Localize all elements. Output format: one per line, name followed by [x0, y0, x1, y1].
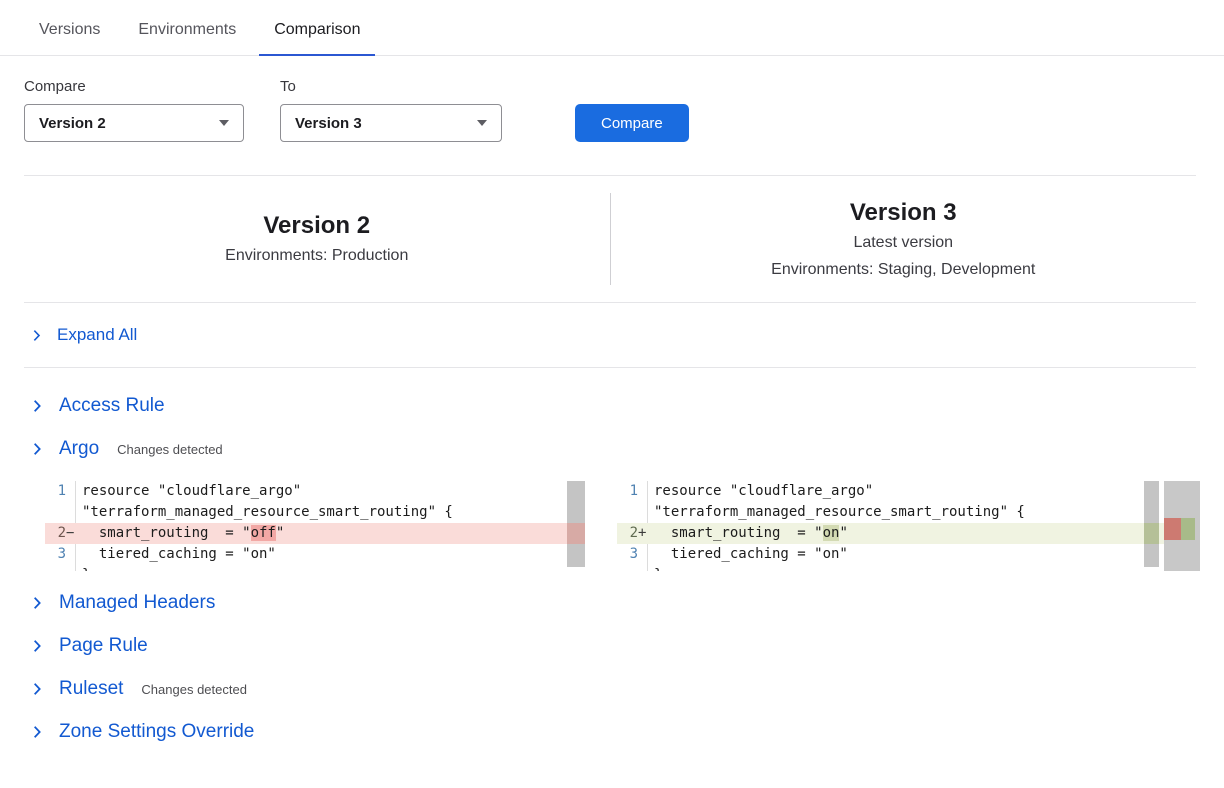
section-label: Managed Headers [59, 592, 215, 614]
diff-minimap[interactable] [1164, 481, 1200, 571]
diff-line: 3 tiered_caching = "on" [617, 544, 1200, 565]
chevron-right-icon [30, 725, 44, 739]
compare-form: Compare Version 2 To Version 3 Compare [0, 56, 1224, 142]
to-field: To Version 3 [280, 78, 502, 142]
compare-field: Compare Version 2 [24, 78, 244, 142]
diff-line: } [45, 565, 585, 571]
diff-marker-removed [567, 523, 585, 544]
compare-label: Compare [24, 78, 244, 95]
caret-down-icon [219, 120, 229, 126]
diff-line-added: 2+ smart_routing = "on" [617, 523, 1200, 544]
compare-from-select[interactable]: Version 2 [24, 104, 244, 142]
version-left-header: Version 2 Environments: Production [24, 209, 610, 269]
minimap-removed-marker [1164, 518, 1181, 540]
changes-detected-badge: Changes detected [117, 442, 223, 457]
diff-line: } [617, 565, 1200, 571]
version-headers: Version 2 Environments: Production Versi… [24, 175, 1196, 303]
diff-line: 3 tiered_caching = "on" [45, 544, 585, 565]
comparison-sections: Access Rule Argo Changes detected 1 reso… [0, 368, 1224, 743]
tab-comparison[interactable]: Comparison [259, 21, 375, 56]
chevron-right-icon [30, 596, 44, 610]
expand-all-label: Expand All [57, 325, 137, 345]
tab-versions[interactable]: Versions [24, 21, 115, 55]
compare-button[interactable]: Compare [575, 104, 689, 142]
section-label: Access Rule [59, 395, 165, 417]
tab-environments[interactable]: Environments [123, 21, 251, 55]
diff-line-removed: 2− smart_routing = "off" [45, 523, 585, 544]
minimap-added-marker [1181, 518, 1195, 540]
diff-line: 1 resource "cloudflare_argo" [45, 481, 585, 502]
diff-pane-right[interactable]: 1 resource "cloudflare_argo" "terraform_… [617, 481, 1200, 571]
version-right-latest: Latest version [611, 229, 1197, 256]
section-label: Argo [59, 438, 99, 460]
changes-detected-badge: Changes detected [141, 682, 247, 697]
section-label: Zone Settings Override [59, 721, 254, 743]
diff-viewer: 1 resource "cloudflare_argo" "terraform_… [45, 481, 1200, 571]
section-zone-settings-override[interactable]: Zone Settings Override [30, 721, 1200, 743]
version-left-title: Version 2 [24, 209, 610, 242]
diff-line: "terraform_managed_resource_smart_routin… [617, 502, 1200, 523]
section-label: Page Rule [59, 635, 148, 657]
version-left-environments: Environments: Production [24, 242, 610, 269]
section-access-rule[interactable]: Access Rule [30, 395, 1200, 417]
compare-from-value: Version 2 [39, 115, 106, 132]
section-page-rule[interactable]: Page Rule [30, 635, 1200, 657]
section-managed-headers[interactable]: Managed Headers [30, 592, 1200, 614]
to-label: To [280, 78, 502, 95]
scrollbar[interactable] [1144, 481, 1159, 567]
version-right-environments: Environments: Staging, Development [611, 256, 1197, 283]
chevron-right-icon [30, 399, 44, 413]
version-right-title: Version 3 [611, 196, 1197, 229]
diff-line: 1 resource "cloudflare_argo" [617, 481, 1200, 502]
chevron-right-icon [30, 329, 43, 342]
tab-bar: Versions Environments Comparison [0, 0, 1224, 56]
chevron-right-icon [30, 442, 44, 456]
diff-line: "terraform_managed_resource_smart_routin… [45, 502, 585, 523]
compare-to-value: Version 3 [295, 115, 362, 132]
caret-down-icon [477, 120, 487, 126]
expand-all-button[interactable]: Expand All [24, 303, 1196, 368]
section-label: Ruleset [59, 678, 123, 700]
chevron-right-icon [30, 682, 44, 696]
chevron-right-icon [30, 639, 44, 653]
scrollbar[interactable] [567, 481, 585, 567]
version-right-header: Version 3 Latest version Environments: S… [611, 196, 1197, 283]
diff-marker-added [1144, 523, 1159, 544]
section-argo[interactable]: Argo Changes detected [30, 438, 1200, 460]
minimap-diff-band [1164, 518, 1200, 540]
compare-to-select[interactable]: Version 3 [280, 104, 502, 142]
section-ruleset[interactable]: Ruleset Changes detected [30, 678, 1200, 700]
diff-pane-left[interactable]: 1 resource "cloudflare_argo" "terraform_… [45, 481, 585, 571]
